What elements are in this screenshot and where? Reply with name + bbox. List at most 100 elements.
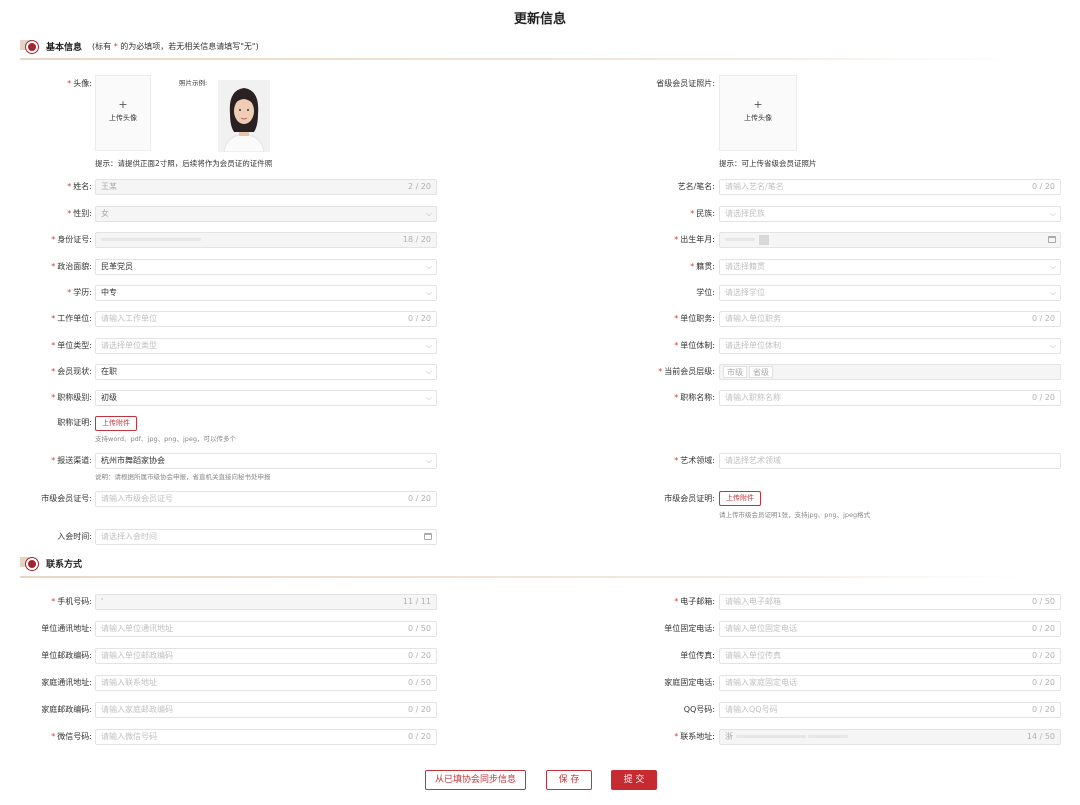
unit-phone-input[interactable]: 请输入单位固定电话 0 / 20 — [719, 621, 1061, 637]
chevron-down-icon: ⌵ — [1049, 209, 1056, 218]
member-status-select[interactable]: 在职 ⌵ — [95, 364, 437, 380]
upload-card-text: 上传头像 — [744, 114, 772, 122]
idcard-input[interactable]: 18 / 20 — [95, 232, 437, 248]
home-zip-input[interactable]: 请输入家庭邮政编码 0 / 20 — [95, 702, 437, 718]
member-level-tag: 市级 — [723, 366, 747, 378]
title-level-label: * 职称级别: — [51, 393, 92, 402]
contact-address-label: * 联系地址: — [674, 732, 715, 741]
email-input[interactable]: 请输入电子邮箱 0 / 50 — [719, 594, 1061, 610]
join-time-input[interactable]: 请选择入会时间 — [95, 529, 437, 545]
position-input[interactable]: 请输入单位职务 0 / 20 — [719, 311, 1061, 327]
chevron-down-icon: ⌵ — [425, 393, 432, 402]
unit-system-label: * 单位体制: — [674, 341, 715, 350]
section-note: (标有 * 的为必填项，若无相关信息请填写"无") — [92, 41, 259, 51]
upload-avatar-text: 上传头像 — [109, 114, 137, 122]
position-label: * 单位职务: — [674, 314, 715, 323]
city-card-label: 市级会员证明: — [664, 494, 715, 503]
artname-input[interactable]: 请输入艺名/笔名 0 / 20 — [719, 179, 1061, 195]
workplace-label: * 工作单位: — [51, 314, 92, 323]
birth-label: * 出生年月: — [674, 235, 715, 244]
art-field-select[interactable]: 请选择艺术领域 — [719, 453, 1061, 469]
title-name-label: * 职称名称: — [674, 393, 715, 402]
unit-fax-input[interactable]: 请输入单位传真 0 / 20 — [719, 648, 1061, 664]
example-photo — [218, 80, 270, 152]
name-input[interactable]: 王某 2 / 20 — [95, 179, 437, 195]
home-address-label: 家庭通讯地址: — [41, 678, 92, 687]
provincial-card-upload[interactable]: + 上传头像 — [719, 75, 797, 151]
city-card-upload-button[interactable]: 上传附件 — [719, 491, 761, 506]
qq-label: QQ号码: — [683, 705, 715, 714]
title-name-input[interactable]: 请输入职称名称 0 / 20 — [719, 390, 1061, 406]
unit-type-label: * 单位类型: — [51, 341, 92, 350]
sync-info-button[interactable]: 从已填协会同步信息 — [425, 770, 526, 790]
member-level-tag: 省级 — [749, 366, 773, 378]
photo-example-label: 照片示例: — [179, 79, 208, 87]
join-time-label: 入会时间: — [57, 532, 92, 541]
qq-input[interactable]: 请输入QQ号码 0 / 20 — [719, 702, 1061, 718]
channel-label: * 报送渠道: — [51, 456, 92, 465]
chevron-down-icon: ⌵ — [425, 262, 432, 271]
chevron-down-icon: ⌵ — [425, 341, 432, 350]
phone-input[interactable]: ' 11 / 11 — [95, 594, 437, 610]
provincial-card-hint: 提示：可上传省级会员证照片 — [719, 159, 817, 168]
phone-label: * 手机号码: — [51, 597, 92, 606]
title-cert-hint: 支持word、pdf、jpg、png、jpeg，可以传多个 — [95, 435, 237, 443]
member-level-label: * 当前会员层级: — [658, 367, 715, 376]
chevron-down-icon: ⌵ — [425, 209, 432, 218]
page-title: 更新信息 — [513, 12, 566, 27]
email-label: * 电子邮箱: — [674, 597, 715, 606]
birth-input[interactable] — [719, 232, 1061, 248]
native-select[interactable]: 请选择籍贯 ⌵ — [719, 259, 1061, 275]
home-address-input[interactable]: 请输入联系地址 0 / 50 — [95, 675, 437, 691]
home-phone-label: 家庭固定电话: — [664, 678, 715, 687]
unit-zip-input[interactable]: 请输入单位邮政编码 0 / 20 — [95, 648, 437, 664]
unit-address-input[interactable]: 请输入单位通讯地址 0 / 50 — [95, 621, 437, 637]
home-phone-input[interactable]: 请输入家庭固定电话 0 / 20 — [719, 675, 1061, 691]
art-field-label: * 艺术领域: — [674, 456, 715, 465]
artname-label: 艺名/笔名: — [677, 182, 715, 191]
avatar-hint: 提示：请提供正面2寸照，后续将作为会员证的证件照 — [95, 159, 273, 168]
section-title: 联系方式 — [46, 559, 83, 570]
member-level-tags[interactable]: 市级 省级 — [719, 364, 1061, 380]
avatar-label: * 头像: — [67, 79, 92, 88]
education-select[interactable]: 中专 ⌵ — [95, 285, 437, 301]
avatar-upload[interactable]: + 上传头像 — [95, 75, 151, 151]
wechat-input[interactable]: 请输入微信号码 0 / 20 — [95, 729, 437, 745]
contact-address-input[interactable]: 浙 14 / 50 — [719, 729, 1061, 745]
gender-label: * 性别: — [67, 209, 92, 218]
degree-select[interactable]: 请选择学位 ⌵ — [719, 285, 1061, 301]
calendar-icon — [424, 533, 432, 540]
submit-button[interactable]: 提 交 — [611, 770, 657, 790]
section-divider — [20, 576, 1020, 578]
degree-label: 学位: — [696, 288, 715, 297]
title-level-select[interactable]: 初级 ⌵ — [95, 390, 437, 406]
section-basic-header: 基本信息 (标有 * 的为必填项，若无相关信息请填写"无") — [20, 38, 259, 54]
section-title: 基本信息 — [46, 42, 83, 53]
home-zip-label: 家庭邮政编码: — [41, 705, 92, 714]
unit-system-select[interactable]: 请选择单位体制 ⌵ — [719, 338, 1061, 354]
section-divider — [20, 58, 1020, 60]
unit-type-select[interactable]: 请选择单位类型 ⌵ — [95, 338, 437, 354]
section-icon — [20, 556, 40, 570]
idcard-label: * 身份证号: — [51, 235, 92, 244]
wechat-label: * 微信号码: — [51, 732, 92, 741]
politics-select[interactable]: 民革党员 ⌵ — [95, 259, 437, 275]
unit-phone-label: 单位固定电话: — [664, 624, 715, 633]
calendar-icon — [1048, 236, 1056, 243]
save-button[interactable]: 保 存 — [546, 770, 592, 790]
channel-hint: 说明：请根据所属市级协会申报，省直机关直接向秘书处申报 — [95, 473, 271, 481]
chevron-down-icon: ⌵ — [1049, 288, 1056, 297]
city-card-hint: 请上传市级会员证明1张，支持jpg、png、jpeg格式 — [719, 511, 871, 519]
unit-address-label: 单位通讯地址: — [41, 624, 92, 633]
provincial-card-label: 省级会员证照片: — [656, 79, 715, 88]
politics-label: * 政治面貌: — [51, 262, 92, 271]
title-cert-upload-button[interactable]: 上传附件 — [95, 416, 137, 431]
city-card-no-input[interactable]: 请输入市级会员证号 0 / 20 — [95, 491, 437, 507]
channel-select[interactable]: 杭州市舞蹈家协会 ⌵ — [95, 453, 437, 469]
education-label: * 学历: — [67, 288, 92, 297]
gender-select[interactable]: 女 ⌵ — [95, 206, 437, 222]
ethnicity-select[interactable]: 请选择民族 ⌵ — [719, 206, 1061, 222]
workplace-input[interactable]: 请输入工作单位 0 / 20 — [95, 311, 437, 327]
member-status-label: * 会员现状: — [51, 367, 92, 376]
chevron-down-icon: ⌵ — [1049, 341, 1056, 350]
